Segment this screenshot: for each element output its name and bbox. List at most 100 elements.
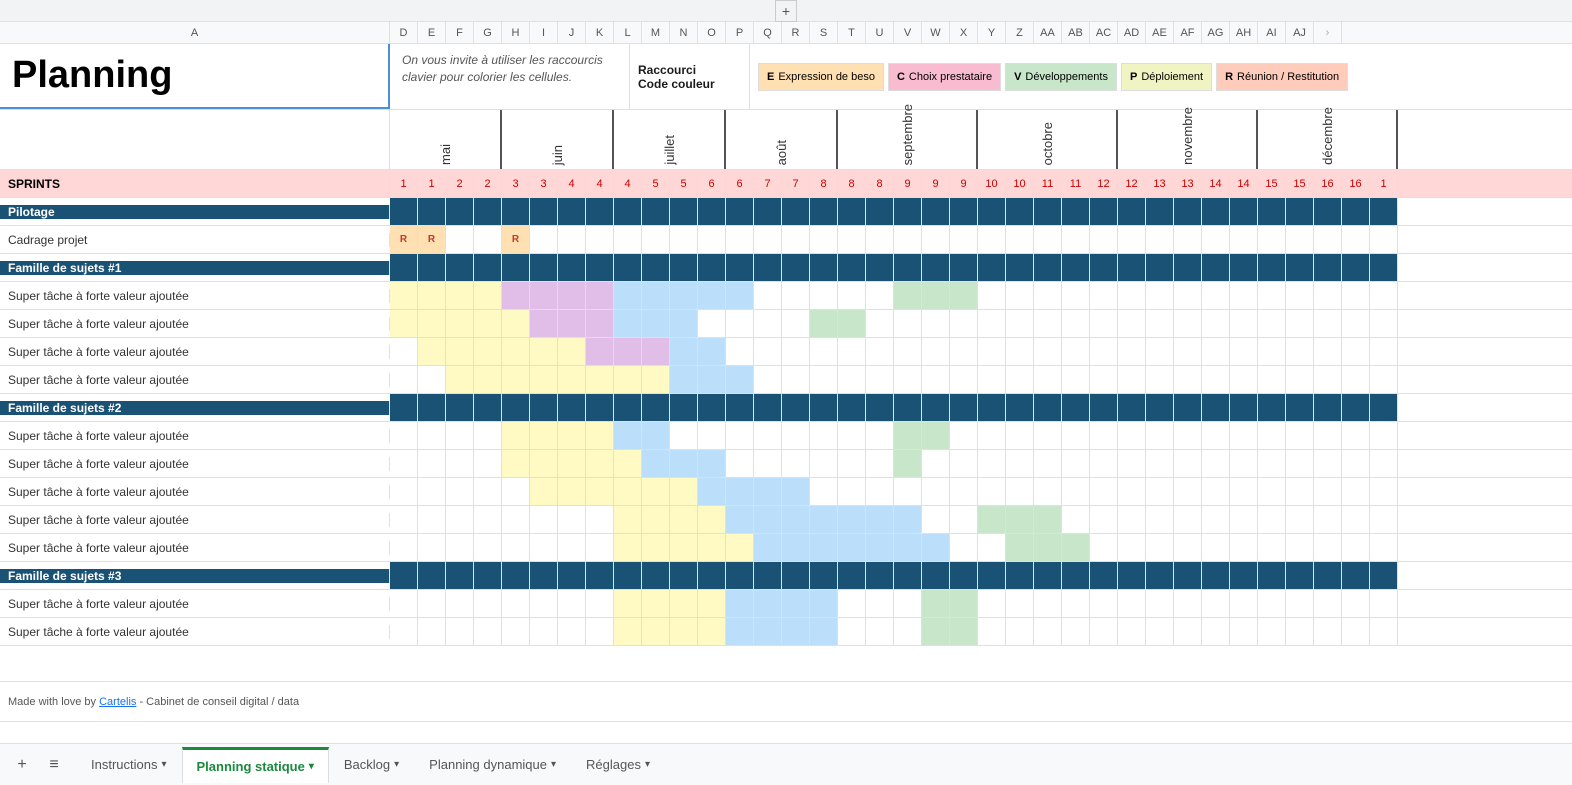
cell[interactable] bbox=[502, 366, 530, 393]
cell[interactable] bbox=[558, 254, 586, 281]
cell[interactable] bbox=[1258, 310, 1286, 337]
cell[interactable] bbox=[1034, 478, 1062, 505]
cell[interactable] bbox=[698, 254, 726, 281]
cell[interactable] bbox=[1314, 478, 1342, 505]
cell[interactable] bbox=[586, 562, 614, 589]
cell[interactable] bbox=[614, 394, 642, 421]
cell[interactable] bbox=[1006, 254, 1034, 281]
cell[interactable] bbox=[1286, 562, 1314, 589]
cell[interactable] bbox=[1090, 506, 1118, 533]
cell[interactable] bbox=[978, 590, 1006, 617]
cell[interactable] bbox=[642, 254, 670, 281]
col-header-m[interactable]: M bbox=[642, 22, 670, 43]
cell[interactable] bbox=[1090, 422, 1118, 449]
col-header-s[interactable]: S bbox=[810, 22, 838, 43]
cell[interactable] bbox=[1202, 338, 1230, 365]
cell[interactable] bbox=[754, 534, 782, 561]
cell[interactable] bbox=[782, 198, 810, 225]
cell[interactable] bbox=[390, 534, 418, 561]
cell[interactable] bbox=[1146, 562, 1174, 589]
cell[interactable] bbox=[614, 198, 642, 225]
cell[interactable] bbox=[446, 534, 474, 561]
cell[interactable] bbox=[586, 506, 614, 533]
cell[interactable] bbox=[670, 506, 698, 533]
cell[interactable] bbox=[894, 478, 922, 505]
cell[interactable] bbox=[1062, 282, 1090, 309]
cell[interactable] bbox=[1146, 254, 1174, 281]
tab-instructions[interactable]: Instructions ▾ bbox=[76, 747, 182, 783]
cell[interactable] bbox=[614, 254, 642, 281]
cell[interactable] bbox=[866, 590, 894, 617]
cell[interactable] bbox=[670, 534, 698, 561]
cell[interactable] bbox=[950, 310, 978, 337]
cell[interactable] bbox=[1006, 282, 1034, 309]
cell[interactable] bbox=[922, 450, 950, 477]
cell[interactable] bbox=[642, 338, 670, 365]
cell[interactable] bbox=[1146, 366, 1174, 393]
cell[interactable] bbox=[1062, 422, 1090, 449]
cell[interactable] bbox=[1202, 254, 1230, 281]
cell[interactable] bbox=[1370, 226, 1398, 253]
cell[interactable] bbox=[474, 478, 502, 505]
cell[interactable] bbox=[950, 226, 978, 253]
cell[interactable] bbox=[586, 422, 614, 449]
cell[interactable] bbox=[978, 618, 1006, 645]
cell[interactable] bbox=[1342, 394, 1370, 421]
cell[interactable] bbox=[810, 506, 838, 533]
cell[interactable] bbox=[894, 366, 922, 393]
cell[interactable] bbox=[754, 338, 782, 365]
cell[interactable] bbox=[1314, 282, 1342, 309]
cell[interactable] bbox=[418, 282, 446, 309]
cell[interactable] bbox=[1174, 618, 1202, 645]
cell[interactable] bbox=[558, 394, 586, 421]
cell[interactable] bbox=[390, 338, 418, 365]
cell[interactable] bbox=[1062, 394, 1090, 421]
cell[interactable] bbox=[586, 254, 614, 281]
cell[interactable] bbox=[838, 450, 866, 477]
cell[interactable] bbox=[810, 254, 838, 281]
cell[interactable] bbox=[670, 562, 698, 589]
cell[interactable] bbox=[1230, 254, 1258, 281]
cell[interactable] bbox=[586, 282, 614, 309]
cell[interactable] bbox=[978, 506, 1006, 533]
cell[interactable] bbox=[1062, 226, 1090, 253]
cell[interactable] bbox=[418, 422, 446, 449]
cell[interactable] bbox=[1034, 226, 1062, 253]
cell[interactable] bbox=[1146, 282, 1174, 309]
cell[interactable] bbox=[1118, 422, 1146, 449]
cell[interactable] bbox=[726, 618, 754, 645]
cell[interactable] bbox=[1202, 422, 1230, 449]
cell[interactable] bbox=[1342, 310, 1370, 337]
cell[interactable] bbox=[1118, 198, 1146, 225]
cell[interactable] bbox=[782, 394, 810, 421]
cell[interactable] bbox=[1258, 338, 1286, 365]
cell[interactable] bbox=[894, 226, 922, 253]
cell[interactable] bbox=[670, 450, 698, 477]
cell[interactable] bbox=[810, 618, 838, 645]
cell[interactable] bbox=[1006, 590, 1034, 617]
cell[interactable] bbox=[726, 590, 754, 617]
cell[interactable] bbox=[1062, 310, 1090, 337]
cell[interactable] bbox=[782, 562, 810, 589]
cell[interactable] bbox=[418, 618, 446, 645]
cell[interactable] bbox=[642, 562, 670, 589]
cell[interactable] bbox=[698, 562, 726, 589]
cell[interactable] bbox=[1342, 282, 1370, 309]
cell[interactable] bbox=[866, 310, 894, 337]
cell[interactable] bbox=[1258, 422, 1286, 449]
cell[interactable] bbox=[1342, 562, 1370, 589]
cell[interactable] bbox=[474, 618, 502, 645]
cell[interactable] bbox=[1090, 310, 1118, 337]
cell-r1[interactable]: R bbox=[390, 226, 418, 253]
cell[interactable] bbox=[1090, 254, 1118, 281]
cell[interactable] bbox=[726, 310, 754, 337]
cell[interactable] bbox=[782, 534, 810, 561]
cell[interactable] bbox=[1370, 394, 1398, 421]
cell[interactable] bbox=[1006, 310, 1034, 337]
cell[interactable] bbox=[642, 450, 670, 477]
cell[interactable] bbox=[978, 198, 1006, 225]
cell[interactable] bbox=[726, 338, 754, 365]
cell[interactable] bbox=[474, 394, 502, 421]
cell[interactable] bbox=[1230, 562, 1258, 589]
cell[interactable] bbox=[474, 534, 502, 561]
